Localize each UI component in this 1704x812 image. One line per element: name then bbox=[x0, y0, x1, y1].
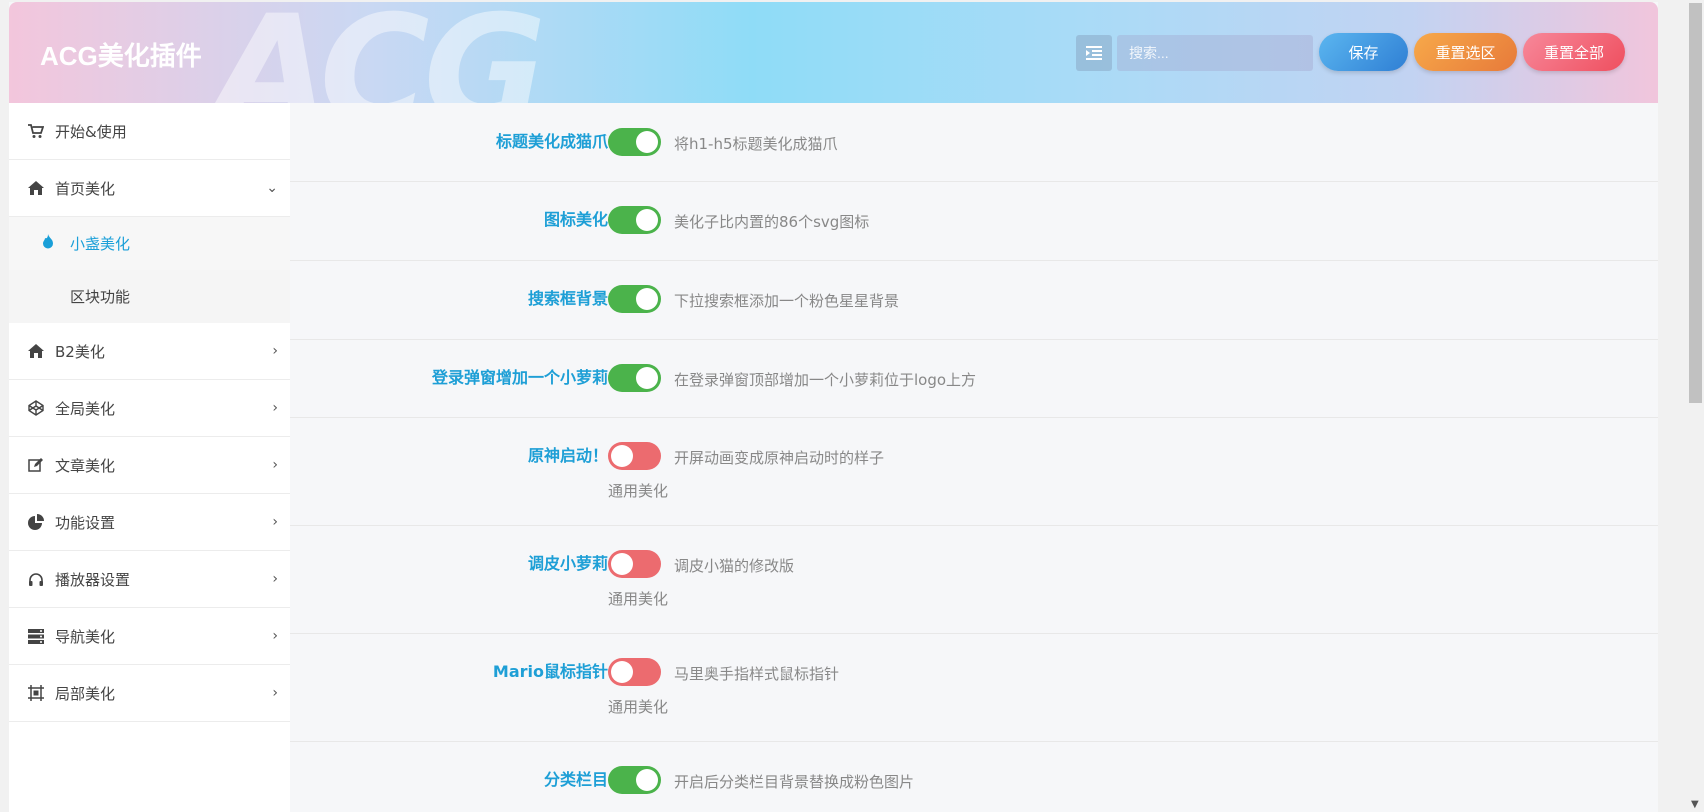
sidebar-item-label: 局部美化 bbox=[55, 684, 116, 703]
sidebar-item-features[interactable]: 功能设置 › bbox=[9, 494, 290, 551]
setting-description: 美化子比内置的86个svg图标 bbox=[674, 213, 870, 231]
sidebar-subitem-xiaozhan[interactable]: 小盏美化 bbox=[9, 217, 290, 270]
switch-knob bbox=[611, 553, 633, 575]
setting-description: 在登录弹窗顶部增加一个小萝莉位于logo上方 bbox=[674, 371, 977, 389]
sidebar-item-label: B2美化 bbox=[55, 342, 105, 361]
setting-title: 登录弹窗增加一个小萝莉 bbox=[431, 368, 608, 387]
setting-switch[interactable] bbox=[608, 128, 661, 156]
chevron-right-icon: › bbox=[272, 457, 278, 473]
scrollbar-thumb[interactable] bbox=[1689, 3, 1702, 403]
setting-row: 搜索框背景 下拉搜索框添加一个粉色星星背景 bbox=[290, 260, 1658, 340]
home-icon bbox=[27, 342, 45, 360]
app-title: ACG美化插件 bbox=[40, 41, 202, 71]
sidebar-item-nav[interactable]: 导航美化 › bbox=[9, 608, 290, 665]
frame-icon bbox=[27, 684, 45, 702]
setting-switch[interactable] bbox=[608, 658, 661, 686]
sidebar-item-article[interactable]: 文章美化 › bbox=[9, 437, 290, 494]
setting-row: Mario鼠标指针 马里奥手指样式鼠标指针 通用美化 bbox=[290, 633, 1658, 742]
list-indent-icon bbox=[1086, 46, 1102, 60]
sidebar-item-label: 全局美化 bbox=[55, 399, 116, 418]
search-input[interactable] bbox=[1117, 35, 1313, 71]
switch-knob bbox=[636, 288, 658, 310]
switch-knob bbox=[611, 661, 633, 683]
switch-knob bbox=[636, 769, 658, 791]
sidebar-item-player[interactable]: 播放器设置 › bbox=[9, 551, 290, 608]
setting-category: 通用美化 bbox=[608, 698, 669, 716]
chevron-right-icon: › bbox=[272, 343, 278, 359]
server-icon bbox=[27, 627, 45, 645]
sidebar-subitem-blocks[interactable]: 区块功能 bbox=[9, 270, 290, 323]
setting-description: 调皮小猫的修改版 bbox=[674, 557, 795, 575]
chevron-down-icon: ⌄ bbox=[266, 180, 278, 196]
switch-knob bbox=[636, 209, 658, 231]
setting-switch[interactable] bbox=[608, 442, 661, 470]
sidebar-item-label: 功能设置 bbox=[55, 513, 116, 532]
setting-row: 原神启动！ 开屏动画变成原神启动时的样子 通用美化 bbox=[290, 417, 1658, 526]
setting-row: 调皮小萝莉 调皮小猫的修改版 通用美化 bbox=[290, 525, 1658, 634]
setting-category: 通用美化 bbox=[608, 590, 669, 608]
setting-title: 搜索框背景 bbox=[527, 289, 608, 308]
switch-knob bbox=[636, 131, 658, 153]
chevron-right-icon: › bbox=[272, 571, 278, 587]
headphones-icon bbox=[27, 570, 45, 588]
settings-content: 标题美化成猫爪 将h1-h5标题美化成猫爪 图标美化 美化子比内置的86个svg… bbox=[290, 103, 1658, 812]
sidebar-item-label: 文章美化 bbox=[55, 456, 116, 475]
setting-switch[interactable] bbox=[608, 364, 661, 392]
sidebar-item-global[interactable]: 全局美化 › bbox=[9, 380, 290, 437]
sidebar-item-start[interactable]: 开始&使用 bbox=[9, 103, 290, 160]
chevron-right-icon: › bbox=[272, 685, 278, 701]
sidebar-item-label: 首页美化 bbox=[55, 179, 116, 198]
edit-icon bbox=[27, 456, 45, 474]
pie-chart-icon bbox=[27, 513, 45, 531]
setting-title: 原神启动！ bbox=[527, 446, 608, 465]
codepen-icon bbox=[27, 399, 45, 417]
setting-row: 图标美化 美化子比内置的86个svg图标 bbox=[290, 181, 1658, 261]
setting-description: 马里奥手指样式鼠标指针 bbox=[674, 665, 840, 683]
sidebar-item-b2[interactable]: B2美化 › bbox=[9, 323, 290, 380]
setting-description: 下拉搜索框添加一个粉色星星背景 bbox=[674, 292, 900, 310]
setting-row: 标题美化成猫爪 将h1-h5标题美化成猫爪 bbox=[290, 103, 1658, 182]
setting-switch[interactable] bbox=[608, 550, 661, 578]
reset-all-button[interactable]: 重置全部 bbox=[1523, 33, 1625, 71]
sidebar-item-label: 播放器设置 bbox=[55, 570, 131, 589]
scroll-down-arrow-icon[interactable]: ▼ bbox=[1691, 799, 1699, 810]
home-icon bbox=[27, 179, 45, 197]
setting-title: 调皮小萝莉 bbox=[527, 554, 608, 573]
save-button[interactable]: 保存 bbox=[1319, 33, 1408, 71]
header: ACG ACG美化插件 保存 重置选区 重置全部 bbox=[9, 2, 1658, 103]
options-panel: ACG ACG美化插件 保存 重置选区 重置全部 开始&使用 bbox=[9, 2, 1658, 812]
setting-switch[interactable] bbox=[608, 206, 661, 234]
sidebar-subitem-label: 区块功能 bbox=[70, 288, 131, 306]
setting-title: 图标美化 bbox=[543, 210, 608, 229]
header-watermark: ACG bbox=[214, 2, 547, 103]
switch-knob bbox=[611, 445, 633, 467]
cart-icon bbox=[27, 122, 45, 140]
setting-title: Mario鼠标指针 bbox=[492, 662, 608, 681]
sidebar-subitem-label: 小盏美化 bbox=[70, 235, 131, 253]
chevron-right-icon: › bbox=[272, 514, 278, 530]
setting-description: 将h1-h5标题美化成猫爪 bbox=[674, 135, 838, 153]
setting-row: 分类栏目 开启后分类栏目背景替换成粉色图片 bbox=[290, 741, 1658, 812]
setting-title: 标题美化成猫爪 bbox=[495, 132, 608, 151]
setting-switch[interactable] bbox=[608, 285, 661, 313]
switch-knob bbox=[636, 367, 658, 389]
sidebar-item-home[interactable]: 首页美化 ⌄ bbox=[9, 160, 290, 217]
setting-row: 登录弹窗增加一个小萝莉 在登录弹窗顶部增加一个小萝莉位于logo上方 bbox=[290, 339, 1658, 418]
chevron-right-icon: › bbox=[272, 400, 278, 416]
sidebar-item-label: 开始&使用 bbox=[55, 122, 127, 141]
setting-category: 通用美化 bbox=[608, 482, 669, 500]
sidebar-item-partial[interactable]: 局部美化 › bbox=[9, 665, 290, 722]
setting-description: 开启后分类栏目背景替换成粉色图片 bbox=[674, 773, 915, 791]
sidebar-item-label: 导航美化 bbox=[55, 627, 116, 646]
expand-toggle-button[interactable] bbox=[1076, 35, 1112, 71]
reset-section-button[interactable]: 重置选区 bbox=[1414, 33, 1517, 71]
setting-description: 开屏动画变成原神启动时的样子 bbox=[674, 449, 885, 467]
chevron-right-icon: › bbox=[272, 628, 278, 644]
fire-icon bbox=[42, 234, 54, 253]
setting-switch[interactable] bbox=[608, 766, 661, 794]
sidebar: 开始&使用 首页美化 ⌄ 小盏美化 区块功能 B2美化 › 全局美化 › 文章美… bbox=[9, 103, 290, 812]
setting-title: 分类栏目 bbox=[543, 770, 608, 789]
page-scrollbar[interactable]: ▼ bbox=[1687, 0, 1704, 812]
